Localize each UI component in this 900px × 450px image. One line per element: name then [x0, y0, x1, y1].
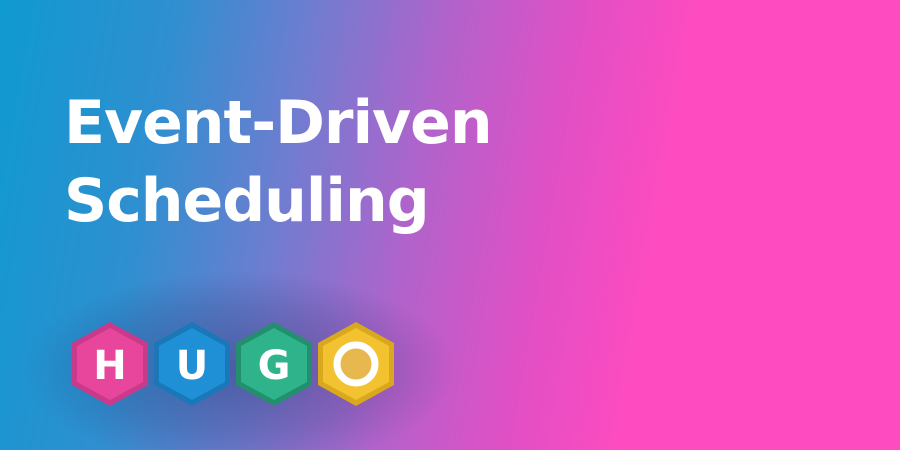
hugo-logo-icon: H U G O [68, 318, 398, 410]
letter-u: U [176, 343, 208, 389]
hugo-letter-g: G [236, 322, 312, 406]
title-line-2: Scheduling [64, 166, 430, 236]
hugo-logo-svg: H U G O [72, 322, 394, 406]
hugo-letter-u: U [154, 322, 230, 406]
page-title: Event-Driven Scheduling [64, 84, 493, 240]
hugo-letter-h: H [72, 322, 148, 406]
hugo-letter-o: O [318, 322, 394, 406]
banner: Event-Driven Scheduling H U G [0, 0, 900, 450]
letter-h: H [93, 343, 126, 389]
title-line-1: Event-Driven [64, 88, 493, 158]
letter-g: G [258, 343, 291, 389]
